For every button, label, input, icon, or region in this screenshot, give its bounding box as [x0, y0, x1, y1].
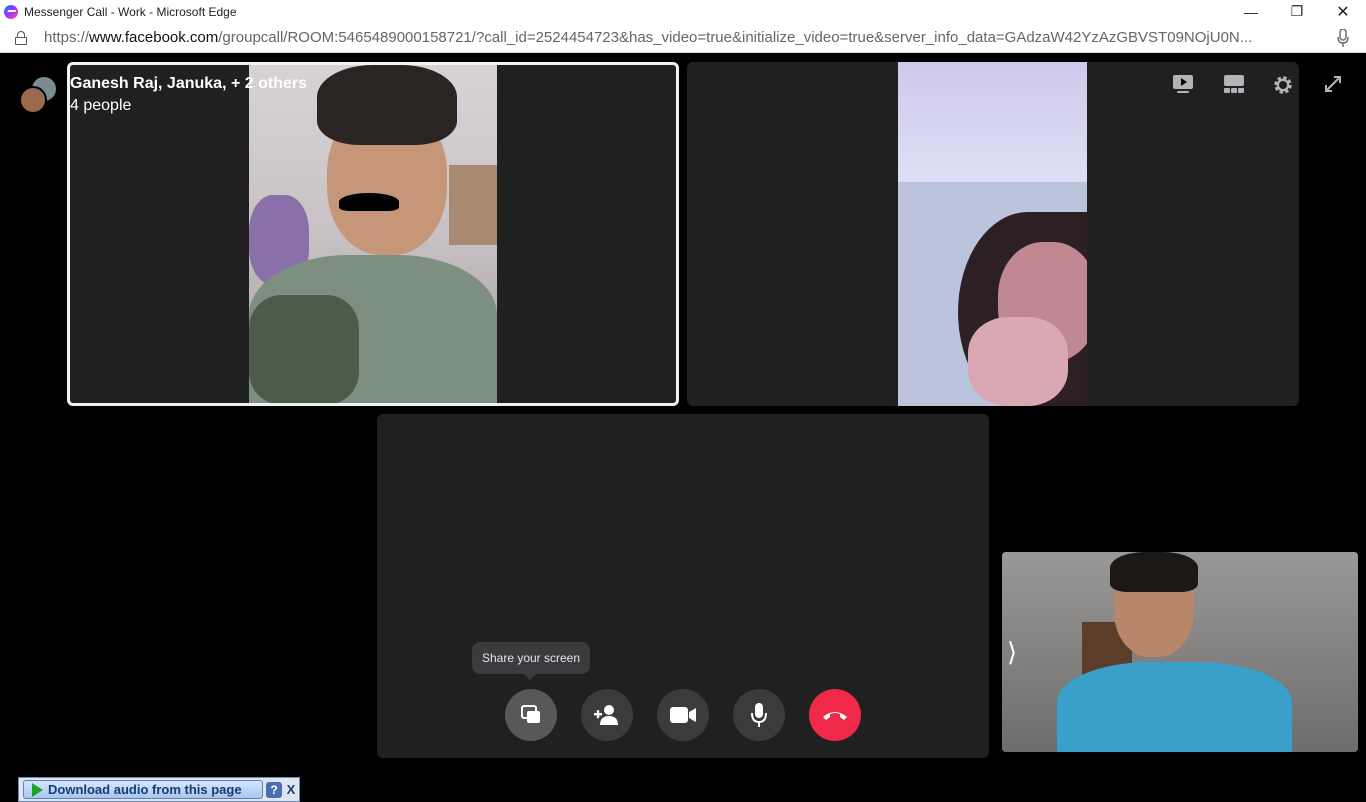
gear-icon[interactable] — [1271, 73, 1295, 97]
add-person-button[interactable] — [581, 689, 633, 741]
video-camera-icon — [670, 707, 696, 723]
url-path: /groupcall/ROOM:5465489000158721/?call_i… — [218, 29, 1253, 46]
hang-up-icon — [823, 712, 847, 720]
url-scheme: https:// — [44, 29, 90, 46]
call-area: Ganesh Raj, Januka, + 2 others 4 people … — [0, 53, 1366, 802]
close-icon[interactable]: X — [284, 782, 298, 798]
layout-icon[interactable] — [1222, 73, 1246, 95]
title-bar: Messenger Call - Work - Microsoft Edge —… — [0, 0, 1366, 23]
call-info: Ganesh Raj, Januka, + 2 others 4 people — [70, 73, 307, 117]
share-screen-tooltip: Share your screen — [472, 642, 590, 680]
participant-tile[interactable] — [687, 62, 1299, 406]
microphone-icon — [751, 703, 767, 727]
close-button[interactable]: ✕ — [1320, 0, 1366, 23]
voice-search-icon[interactable] — [1337, 29, 1349, 47]
watch-together-icon[interactable] — [1171, 73, 1195, 95]
help-icon[interactable]: ? — [266, 781, 282, 798]
participant-names: Ganesh Raj, Januka, + 2 others — [70, 75, 307, 92]
download-audio-button[interactable]: Download audio from this page — [23, 780, 263, 799]
share-screen-icon — [521, 705, 540, 723]
end-call-button[interactable] — [809, 689, 861, 741]
restore-button[interactable]: ❐ — [1274, 0, 1320, 23]
camera-button[interactable] — [657, 689, 709, 741]
download-audio-label: Download audio from this page — [48, 782, 242, 797]
download-audio-toolbar: Download audio from this page ? X — [18, 777, 300, 802]
address-bar[interactable]: https://www.facebook.com/groupcall/ROOM:… — [0, 23, 1366, 53]
mustache-filter — [339, 193, 399, 211]
fullscreen-icon[interactable] — [1322, 73, 1344, 95]
url-text[interactable]: https://www.facebook.com/groupcall/ROOM:… — [44, 29, 1309, 46]
participant-video — [898, 62, 1087, 406]
share-screen-button[interactable] — [505, 689, 557, 741]
play-icon — [32, 782, 43, 797]
microphone-button[interactable] — [733, 689, 785, 741]
avatar — [19, 86, 47, 114]
collapse-self-view-icon[interactable]: ⟩ — [1007, 637, 1017, 668]
lock-icon[interactable] — [15, 30, 27, 45]
people-count: 4 people — [70, 97, 132, 114]
messenger-icon — [4, 4, 18, 19]
url-host: www.facebook.com — [89, 29, 219, 46]
window-title: Messenger Call - Work - Microsoft Edge — [24, 4, 237, 19]
add-person-icon — [594, 705, 618, 725]
group-avatar — [19, 76, 57, 114]
self-view-video[interactable]: ⟩ — [1002, 552, 1358, 752]
minimize-button[interactable]: — — [1228, 0, 1274, 23]
